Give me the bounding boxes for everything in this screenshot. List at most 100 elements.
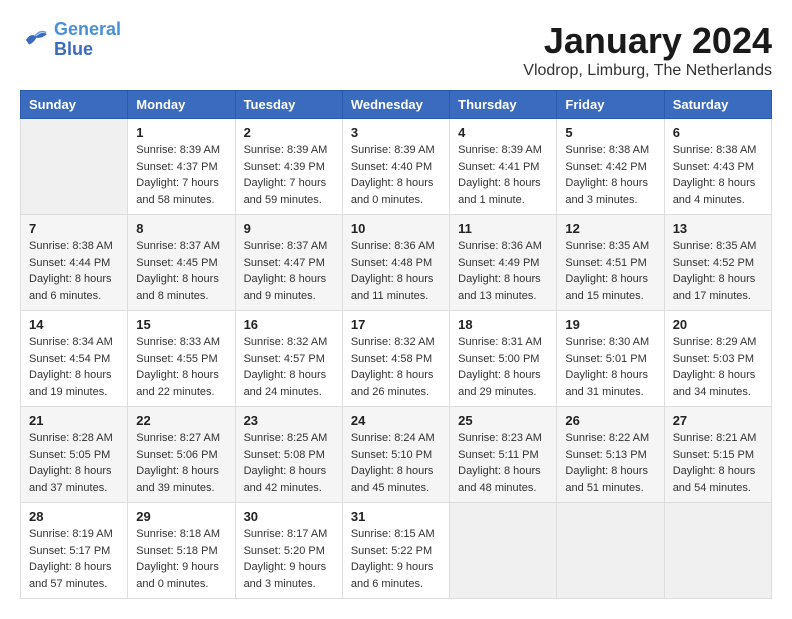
day-info: Sunrise: 8:33 AMSunset: 4:55 PMDaylight:… (136, 334, 226, 400)
day-number: 27 (673, 413, 763, 428)
day-info: Sunrise: 8:28 AMSunset: 5:05 PMDaylight:… (29, 430, 119, 496)
logo-text: GeneralBlue (54, 20, 121, 60)
table-row (557, 503, 664, 599)
day-info: Sunrise: 8:23 AMSunset: 5:11 PMDaylight:… (458, 430, 548, 496)
calendar-week-row: 7Sunrise: 8:38 AMSunset: 4:44 PMDaylight… (21, 215, 772, 311)
day-number: 4 (458, 125, 548, 140)
table-row: 7Sunrise: 8:38 AMSunset: 4:44 PMDaylight… (21, 215, 128, 311)
day-number: 13 (673, 221, 763, 236)
day-info: Sunrise: 8:34 AMSunset: 4:54 PMDaylight:… (29, 334, 119, 400)
table-row: 26 Sunrise: 8:22 AMSunset: 5:13 PMDayligh… (557, 407, 664, 503)
day-number: 30 (244, 509, 334, 524)
table-row: 25 Sunrise: 8:23 AMSunset: 5:11 PMDayligh… (450, 407, 557, 503)
calendar-header-row: Sunday Monday Tuesday Wednesday Thursday… (21, 91, 772, 119)
table-row (450, 503, 557, 599)
page-header: GeneralBlue January 2024 Vlodrop, Limbur… (20, 20, 772, 80)
table-row: 4Sunrise: 8:39 AMSunset: 4:41 PMDaylight… (450, 119, 557, 215)
day-info: Sunrise: 8:37 AMSunset: 4:47 PMDaylight:… (244, 238, 334, 304)
day-info: Sunrise: 8:39 AMSunset: 4:37 PMDaylight:… (136, 142, 226, 208)
table-row: 17 Sunrise: 8:32 AMSunset: 4:58 PMDayligh… (342, 311, 449, 407)
day-number: 10 (351, 221, 441, 236)
header-sunday: Sunday (21, 91, 128, 119)
logo: GeneralBlue (20, 20, 121, 60)
table-row (664, 503, 771, 599)
day-info: Sunrise: 8:27 AMSunset: 5:06 PMDaylight:… (136, 430, 226, 496)
day-info: Sunrise: 8:35 AMSunset: 4:51 PMDaylight:… (565, 238, 655, 304)
day-info: Sunrise: 8:21 AMSunset: 5:15 PMDaylight:… (673, 430, 763, 496)
day-info: Sunrise: 8:38 AMSunset: 4:44 PMDaylight:… (29, 238, 119, 304)
day-number: 19 (565, 317, 655, 332)
table-row: 31 Sunrise: 8:15 AMSunset: 5:22 PMDayligh… (342, 503, 449, 599)
table-row: 16Sunrise: 8:32 AMSunset: 4:57 PMDayligh… (235, 311, 342, 407)
header-thursday: Thursday (450, 91, 557, 119)
calendar-title: January 2024 (523, 20, 772, 62)
day-number: 22 (136, 413, 226, 428)
day-number: 17 (351, 317, 441, 332)
day-number: 28 (29, 509, 119, 524)
table-row: 23Sunrise: 8:25 AMSunset: 5:08 PMDayligh… (235, 407, 342, 503)
day-number: 31 (351, 509, 441, 524)
day-info: Sunrise: 8:38 AMSunset: 4:42 PMDaylight:… (565, 142, 655, 208)
calendar-week-row: 21 Sunrise: 8:28 AMSunset: 5:05 PMDayligh… (21, 407, 772, 503)
header-tuesday: Tuesday (235, 91, 342, 119)
day-number: 6 (673, 125, 763, 140)
day-number: 24 (351, 413, 441, 428)
table-row: 10Sunrise: 8:36 AMSunset: 4:48 PMDayligh… (342, 215, 449, 311)
day-number: 21 (29, 413, 119, 428)
table-row: 9 Sunrise: 8:37 AMSunset: 4:47 PMDaylight… (235, 215, 342, 311)
header-monday: Monday (128, 91, 235, 119)
title-block: January 2024 Vlodrop, Limburg, The Nethe… (523, 20, 772, 80)
day-number: 8 (136, 221, 226, 236)
table-row: 19 Sunrise: 8:30 AMSunset: 5:01 PMDayligh… (557, 311, 664, 407)
header-saturday: Saturday (664, 91, 771, 119)
day-number: 25 (458, 413, 548, 428)
day-number: 20 (673, 317, 763, 332)
table-row: 3 Sunrise: 8:39 AMSunset: 4:40 PMDaylight… (342, 119, 449, 215)
day-number: 18 (458, 317, 548, 332)
header-friday: Friday (557, 91, 664, 119)
table-row: 2Sunrise: 8:39 AMSunset: 4:39 PMDaylight… (235, 119, 342, 215)
day-number: 26 (565, 413, 655, 428)
day-info: Sunrise: 8:15 AMSunset: 5:22 PMDaylight:… (351, 526, 441, 592)
table-row: 14 Sunrise: 8:34 AMSunset: 4:54 PMDayligh… (21, 311, 128, 407)
day-info: Sunrise: 8:39 AMSunset: 4:40 PMDaylight:… (351, 142, 441, 208)
table-row: 1Sunrise: 8:39 AMSunset: 4:37 PMDaylight… (128, 119, 235, 215)
day-info: Sunrise: 8:24 AMSunset: 5:10 PMDaylight:… (351, 430, 441, 496)
table-row: 30 Sunrise: 8:17 AMSunset: 5:20 PMDayligh… (235, 503, 342, 599)
table-row: 15Sunrise: 8:33 AMSunset: 4:55 PMDayligh… (128, 311, 235, 407)
table-row: 20 Sunrise: 8:29 AMSunset: 5:03 PMDayligh… (664, 311, 771, 407)
day-number: 3 (351, 125, 441, 140)
table-row: 11 Sunrise: 8:36 AMSunset: 4:49 PMDayligh… (450, 215, 557, 311)
calendar-week-row: 28 Sunrise: 8:19 AMSunset: 5:17 PMDayligh… (21, 503, 772, 599)
calendar-week-row: 14 Sunrise: 8:34 AMSunset: 4:54 PMDayligh… (21, 311, 772, 407)
day-number: 2 (244, 125, 334, 140)
day-number: 9 (244, 221, 334, 236)
header-wednesday: Wednesday (342, 91, 449, 119)
day-info: Sunrise: 8:36 AMSunset: 4:49 PMDaylight:… (458, 238, 548, 304)
table-row: 28 Sunrise: 8:19 AMSunset: 5:17 PMDayligh… (21, 503, 128, 599)
day-info: Sunrise: 8:30 AMSunset: 5:01 PMDaylight:… (565, 334, 655, 400)
table-row: 29Sunrise: 8:18 AMSunset: 5:18 PMDayligh… (128, 503, 235, 599)
table-row: 13 Sunrise: 8:35 AMSunset: 4:52 PMDayligh… (664, 215, 771, 311)
day-info: Sunrise: 8:37 AMSunset: 4:45 PMDaylight:… (136, 238, 226, 304)
day-info: Sunrise: 8:35 AMSunset: 4:52 PMDaylight:… (673, 238, 763, 304)
day-number: 5 (565, 125, 655, 140)
table-row: 6Sunrise: 8:38 AMSunset: 4:43 PMDaylight… (664, 119, 771, 215)
day-info: Sunrise: 8:17 AMSunset: 5:20 PMDaylight:… (244, 526, 334, 592)
day-info: Sunrise: 8:29 AMSunset: 5:03 PMDaylight:… (673, 334, 763, 400)
day-info: Sunrise: 8:31 AMSunset: 5:00 PMDaylight:… (458, 334, 548, 400)
day-info: Sunrise: 8:22 AMSunset: 5:13 PMDaylight:… (565, 430, 655, 496)
table-row: 27 Sunrise: 8:21 AMSunset: 5:15 PMDayligh… (664, 407, 771, 503)
day-number: 16 (244, 317, 334, 332)
day-number: 11 (458, 221, 548, 236)
table-row: 21 Sunrise: 8:28 AMSunset: 5:05 PMDayligh… (21, 407, 128, 503)
logo-icon (20, 25, 50, 55)
table-row: 5 Sunrise: 8:38 AMSunset: 4:42 PMDaylight… (557, 119, 664, 215)
calendar-week-row: 1Sunrise: 8:39 AMSunset: 4:37 PMDaylight… (21, 119, 772, 215)
table-row: 12Sunrise: 8:35 AMSunset: 4:51 PMDayligh… (557, 215, 664, 311)
calendar-table: Sunday Monday Tuesday Wednesday Thursday… (20, 90, 772, 599)
day-info: Sunrise: 8:19 AMSunset: 5:17 PMDaylight:… (29, 526, 119, 592)
day-info: Sunrise: 8:32 AMSunset: 4:58 PMDaylight:… (351, 334, 441, 400)
day-number: 14 (29, 317, 119, 332)
table-row: 18 Sunrise: 8:31 AMSunset: 5:00 PMDayligh… (450, 311, 557, 407)
